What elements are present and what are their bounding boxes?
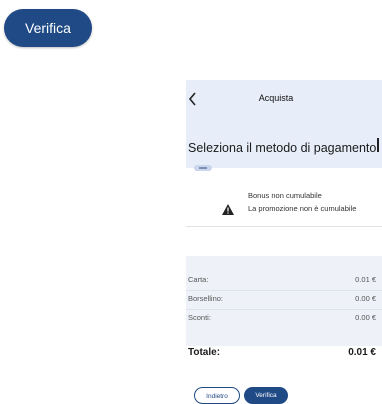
back-button[interactable]: Indietro bbox=[194, 387, 240, 404]
summary-row-wallet: Borsellino: 0.00 € bbox=[186, 294, 382, 308]
summary-row-discounts: Sconti: 0.00 € bbox=[186, 313, 382, 327]
collapse-toggle[interactable] bbox=[194, 165, 212, 171]
divider bbox=[186, 309, 382, 310]
page-title: Acquista bbox=[258, 93, 294, 103]
chevron-left-icon[interactable] bbox=[186, 88, 204, 110]
summary-row-amount: 0.01 € bbox=[355, 275, 376, 284]
app-header: Acquista bbox=[186, 80, 382, 120]
summary-row-amount: 0.00 € bbox=[355, 313, 376, 322]
bonus-title: Bonus non cumulabile bbox=[248, 191, 322, 200]
payment-method-title: Seleziona il metodo di pagamento bbox=[188, 141, 377, 155]
total-amount: 0.01 € bbox=[348, 347, 376, 358]
payment-method-header: Seleziona il metodo di pagamento bbox=[186, 120, 382, 168]
summary-row-card: Carta: 0.01 € bbox=[186, 275, 382, 289]
verify-button-footer[interactable]: Verifica bbox=[244, 387, 288, 404]
summary-row-label: Sconti: bbox=[188, 313, 211, 322]
summary-row-label: Borsellino: bbox=[188, 294, 224, 303]
divider bbox=[186, 290, 382, 291]
payment-summary: Carta: 0.01 € Borsellino: 0.00 € Sconti:… bbox=[186, 256, 382, 346]
summary-row-amount: 0.00 € bbox=[355, 294, 376, 303]
total-label: Totale: bbox=[188, 347, 221, 358]
purchase-screen: Acquista Seleziona il metodo di pagament… bbox=[186, 80, 382, 404]
page: Verifica Acquista Seleziona il metodo di… bbox=[0, 0, 382, 404]
text-cursor bbox=[377, 138, 379, 152]
warning-icon bbox=[222, 202, 234, 215]
verify-button[interactable]: Verifica bbox=[4, 9, 92, 47]
bonus-description: La promozione non è cumulabile bbox=[248, 204, 357, 213]
divider bbox=[186, 226, 382, 227]
summary-row-label: Carta: bbox=[188, 275, 209, 284]
